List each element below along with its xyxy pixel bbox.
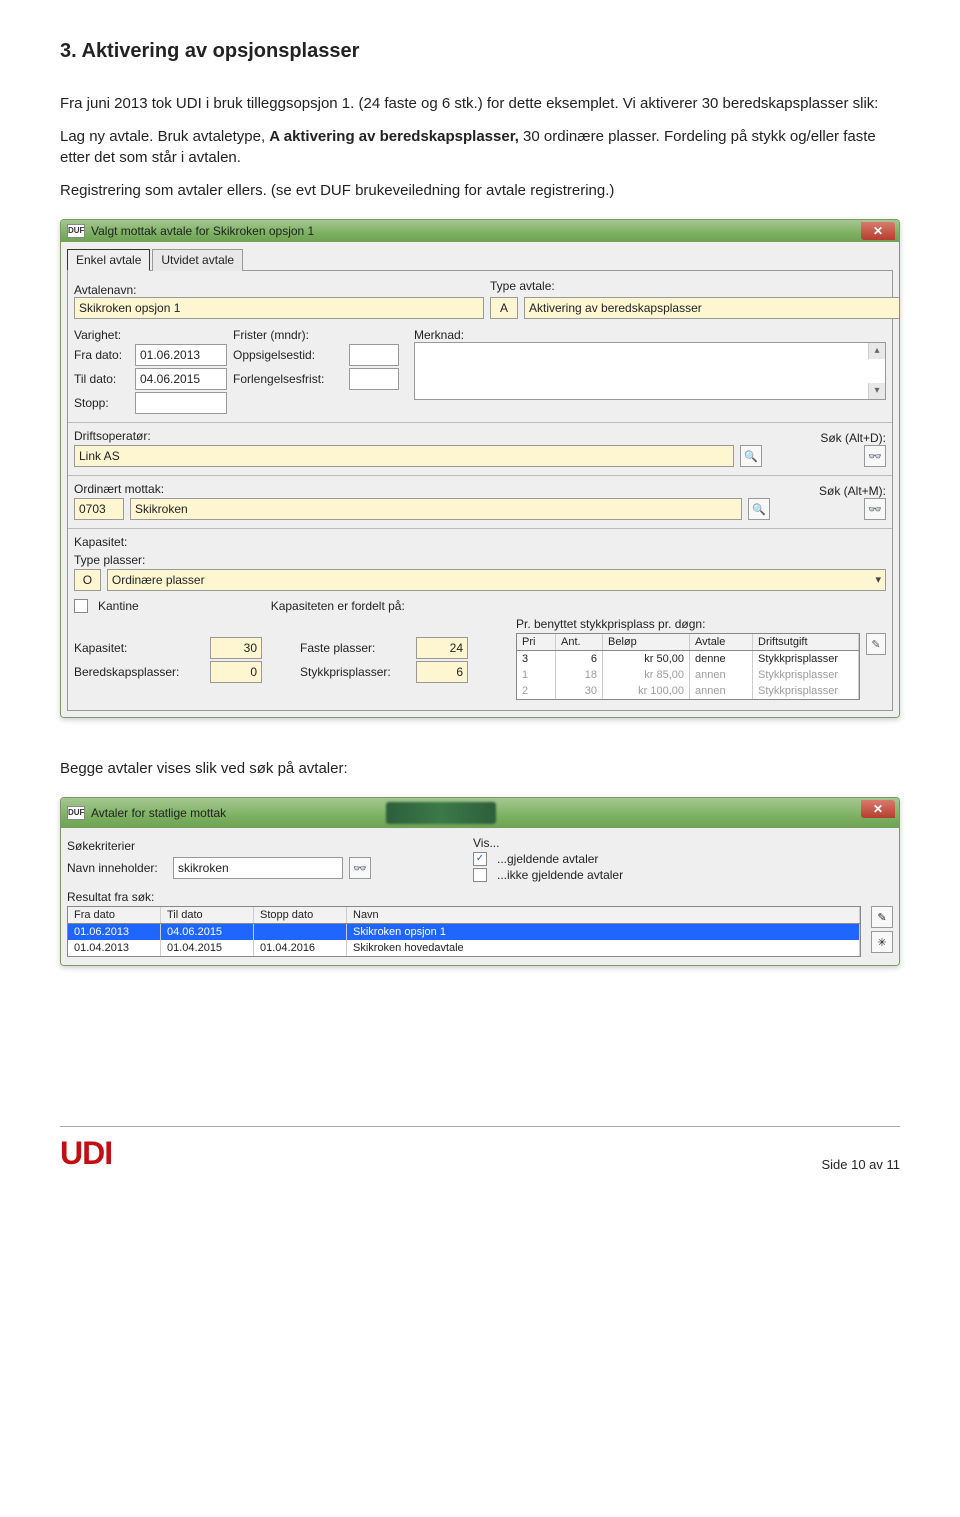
search-mottak-button[interactable]: 🔍	[748, 498, 770, 520]
search-button[interactable]: 👓	[349, 857, 371, 879]
price-row: 1 18 kr 85,00 annen Stykkprisplasser	[517, 667, 859, 683]
label-type-avtale: Type avtale:	[490, 279, 900, 293]
input-fra-dato[interactable]: 01.06.2013	[135, 344, 227, 366]
caption-window2: Begge avtaler vises slik ved søk på avta…	[60, 758, 900, 779]
dialog-title: Avtaler for statlige mottak	[91, 806, 226, 820]
select-typeplasser[interactable]: Ordinære plasser	[107, 569, 886, 591]
label-sok-d: Søk (Alt+D):	[768, 431, 886, 445]
input-type-code[interactable]: A	[490, 297, 518, 319]
label-resultat: Resultat fra søk:	[67, 890, 893, 904]
label-kap-fordelt: Kapasiteten er fordelt på:	[271, 599, 405, 613]
dialog-titlebar: DUF Valgt mottak avtale for Skikroken op…	[61, 220, 899, 242]
input-typeplasser-code[interactable]: O	[74, 569, 101, 591]
scrollbar-up-icon[interactable]: ▴	[868, 343, 885, 359]
input-mottak-code[interactable]: 0703	[74, 498, 124, 520]
input-stopp[interactable]	[135, 392, 227, 414]
input-til-dato[interactable]: 04.06.2015	[135, 368, 227, 390]
label-kantine: Kantine	[98, 599, 139, 613]
price-row: 3 6 kr 50,00 denne Stykkprisplasser	[517, 651, 859, 667]
input-search-navn[interactable]: skikroken	[173, 857, 343, 879]
scrollbar-down-icon[interactable]: ▾	[868, 383, 885, 399]
label-sokekriterier: Søkekriterier	[67, 839, 467, 853]
result-row[interactable]: 01.06.2013 04.06.2015 Skikroken opsjon 1	[68, 924, 860, 940]
section-heading: 3. Aktivering av opsjonsplasser	[60, 40, 900, 63]
input-stykkprisplasser[interactable]: 6	[416, 661, 468, 683]
price-row: 2 30 kr 100,00 annen Stykkprisplasser	[517, 683, 859, 699]
label-kapasitet-header: Kapasitet:	[74, 535, 886, 549]
label-merknad: Merknad:	[414, 328, 886, 342]
dialog-avtale: DUF Valgt mottak avtale for Skikroken op…	[60, 219, 900, 718]
input-avtalenavn[interactable]: Skikroken opsjon 1	[74, 297, 484, 319]
label-ordinart-mottak: Ordinært mottak:	[74, 482, 770, 496]
page-number: Side 10 av 11	[821, 1157, 900, 1172]
search-driftsoperator-button[interactable]: 🔍	[740, 445, 762, 467]
input-driftsoperator[interactable]: Link AS	[74, 445, 734, 467]
close-button[interactable]: ✕	[861, 222, 895, 240]
label-sok-m: Søk (Alt+M):	[776, 484, 886, 498]
label-frister: Frister (mndr):	[233, 328, 408, 342]
label-ikke-gjeldende: ...ikke gjeldende avtaler	[497, 868, 623, 882]
input-mottak-name[interactable]: Skikroken	[130, 498, 742, 520]
udi-logo: UDI	[60, 1135, 112, 1172]
result-row[interactable]: 01.04.2013 01.04.2015 01.04.2016 Skikrok…	[68, 940, 860, 956]
edit-price-button[interactable]: ✎	[866, 633, 886, 655]
label-gjeldende: ...gjeldende avtaler	[497, 852, 598, 866]
intro-paragraph: Fra juni 2013 tok UDI i bruk tilleggsops…	[60, 93, 900, 114]
instruction-paragraph: Lag ny avtale. Bruk avtaletype, A aktive…	[60, 126, 900, 168]
input-faste-plasser[interactable]: 24	[416, 637, 468, 659]
checkbox-ikke-gjeldende[interactable]	[473, 868, 487, 882]
select-type-avtale[interactable]: Aktivering av beredskapsplasser	[524, 297, 900, 319]
tab-enkel-avtale[interactable]: Enkel avtale	[67, 249, 150, 271]
tab-utvidet-avtale[interactable]: Utvidet avtale	[152, 249, 243, 271]
blurred-text	[386, 802, 496, 824]
label-vis: Vis...	[473, 836, 623, 850]
app-icon: DUF	[67, 224, 85, 238]
input-kapasitet[interactable]: 30	[210, 637, 262, 659]
textarea-merknad[interactable]: ▴ ▾	[414, 342, 886, 400]
label-navn-inneholder: Navn inneholder:	[67, 861, 167, 875]
label-driftsoperator: Driftsoperatør:	[74, 429, 762, 443]
price-table: Pri Ant. Beløp Avtale Driftsutgift 3 6 k…	[516, 633, 860, 700]
row-tools-button[interactable]: ✳	[871, 931, 893, 953]
app-icon: DUF	[67, 806, 85, 820]
label-type-plasser: Type plasser:	[74, 553, 886, 567]
input-forlengelsesfrist[interactable]	[349, 368, 399, 390]
label-avtalenavn: Avtalenavn:	[74, 283, 484, 297]
input-beredskapsplasser[interactable]: 0	[210, 661, 262, 683]
checkbox-kantine[interactable]	[74, 599, 88, 613]
instruction-paragraph-2: Registrering som avtaler ellers. (se evt…	[60, 180, 900, 201]
dialog-titlebar: DUF Avtaler for statlige mottak ✕	[61, 798, 899, 828]
checkbox-gjeldende[interactable]: ✓	[473, 852, 487, 866]
binoculars-m-button[interactable]: 👓	[864, 498, 886, 520]
dialog-title: Valgt mottak avtale for Skikroken opsjon…	[91, 224, 314, 238]
results-table: Fra dato Til dato Stopp dato Navn 01.06.…	[67, 906, 861, 957]
label-pr-dogn: Pr. benyttet stykkprisplass pr. døgn:	[516, 617, 886, 631]
dialog-avtaler-liste: DUF Avtaler for statlige mottak ✕ Søkekr…	[60, 797, 900, 966]
binoculars-d-button[interactable]: 👓	[864, 445, 886, 467]
close-button[interactable]: ✕	[861, 800, 895, 818]
input-oppsigelsestid[interactable]	[349, 344, 399, 366]
edit-row-button[interactable]: ✎	[871, 906, 893, 928]
label-varighet: Varighet:	[74, 328, 227, 342]
